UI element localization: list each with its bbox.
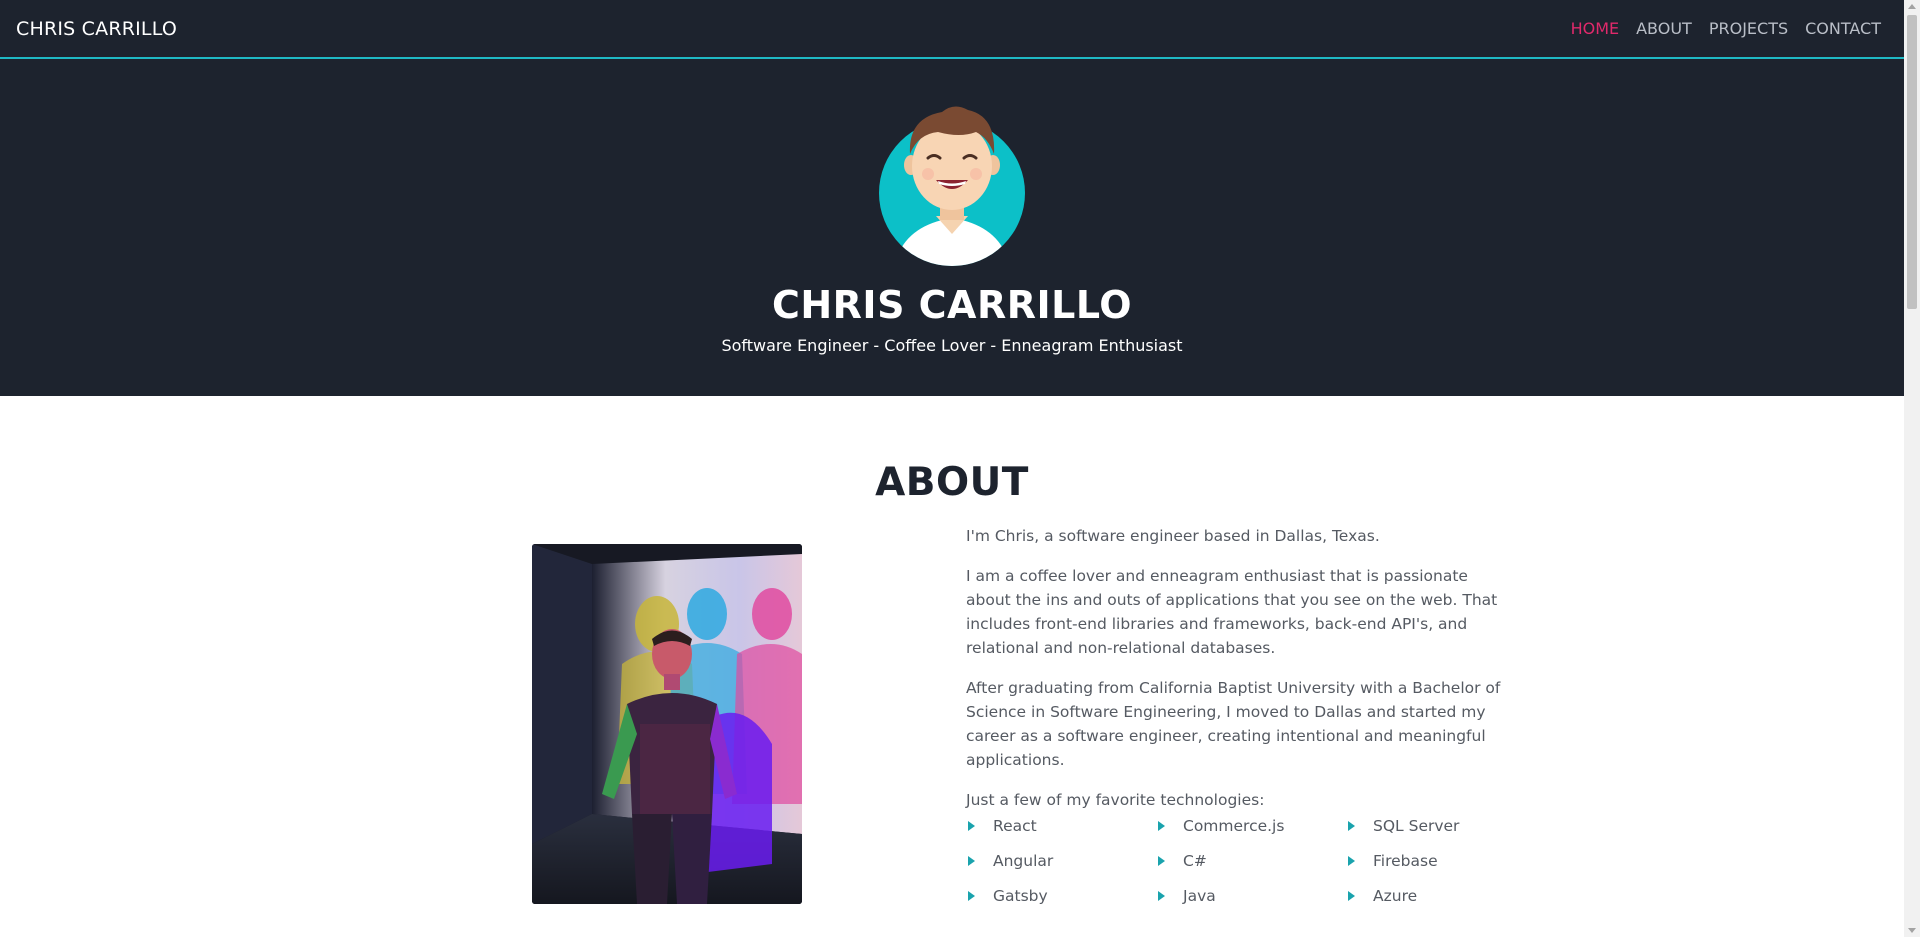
nav-link-home[interactable]: HOME <box>1571 19 1620 38</box>
tech-label: Commerce.js <box>1183 817 1285 835</box>
tech-item: SQL Server <box>1346 814 1536 838</box>
caret-right-icon <box>968 856 975 866</box>
hero-name: CHRIS CARRILLO <box>771 283 1133 327</box>
nav-link-about[interactable]: ABOUT <box>1636 19 1692 38</box>
caret-right-icon <box>968 821 975 831</box>
tech-label: React <box>993 817 1037 835</box>
brand-link[interactable]: CHRIS CARRILLO <box>16 18 177 40</box>
tech-item: Angular <box>966 849 1156 873</box>
caret-right-icon <box>1348 856 1355 866</box>
nav-links: HOME ABOUT PROJECTS CONTACT <box>1571 19 1881 38</box>
caret-right-icon <box>1158 821 1165 831</box>
about-paragraph: I'm Chris, a software engineer based in … <box>966 527 1380 545</box>
tech-label: Angular <box>993 852 1054 870</box>
tech-label: Azure <box>1373 887 1418 905</box>
navbar: CHRIS CARRILLO HOME ABOUT PROJECTS CONTA… <box>0 0 1904 59</box>
scrollbar-thumb[interactable] <box>1907 15 1917 309</box>
avatar <box>879 106 1025 266</box>
tech-label: SQL Server <box>1373 817 1460 835</box>
caret-right-icon <box>1348 821 1355 831</box>
page-scrollbar[interactable] <box>1904 0 1920 937</box>
tech-item: Gatsby <box>966 884 1156 908</box>
tech-item: React <box>966 814 1156 838</box>
tech-item: Firebase <box>1346 849 1536 873</box>
about-title: ABOUT <box>875 460 1029 505</box>
scroll-down-icon[interactable] <box>1908 928 1916 933</box>
tech-label: Gatsby <box>993 887 1048 905</box>
caret-right-icon <box>1158 891 1165 901</box>
tech-label: C# <box>1183 852 1207 870</box>
nav-link-projects[interactable]: PROJECTS <box>1709 19 1788 38</box>
caret-right-icon <box>968 891 975 901</box>
tech-item: C# <box>1156 849 1346 873</box>
tech-item: Java <box>1156 884 1346 908</box>
tech-list: React Commerce.js SQL Server Angular C# … <box>966 814 1536 908</box>
about-text: I'm Chris, a software engineer based in … <box>966 524 1516 828</box>
about-paragraph: After graduating from California Baptist… <box>966 679 1501 769</box>
about-paragraph: I am a coffee lover and enneagram enthus… <box>966 567 1498 657</box>
hero-section: CHRIS CARRILLO Software Engineer - Coffe… <box>0 59 1904 396</box>
hero-tagline: Software Engineer - Coffee Lover - Ennea… <box>721 336 1183 355</box>
scroll-up-icon[interactable] <box>1908 4 1916 9</box>
caret-right-icon <box>1158 856 1165 866</box>
about-paragraph: Just a few of my favorite technologies: <box>966 791 1265 809</box>
tech-item: Commerce.js <box>1156 814 1346 838</box>
tech-label: Java <box>1183 887 1216 905</box>
profile-photo <box>532 544 802 904</box>
caret-right-icon <box>1348 891 1355 901</box>
nav-link-contact[interactable]: CONTACT <box>1805 19 1881 38</box>
tech-label: Firebase <box>1373 852 1438 870</box>
tech-item: Azure <box>1346 884 1536 908</box>
